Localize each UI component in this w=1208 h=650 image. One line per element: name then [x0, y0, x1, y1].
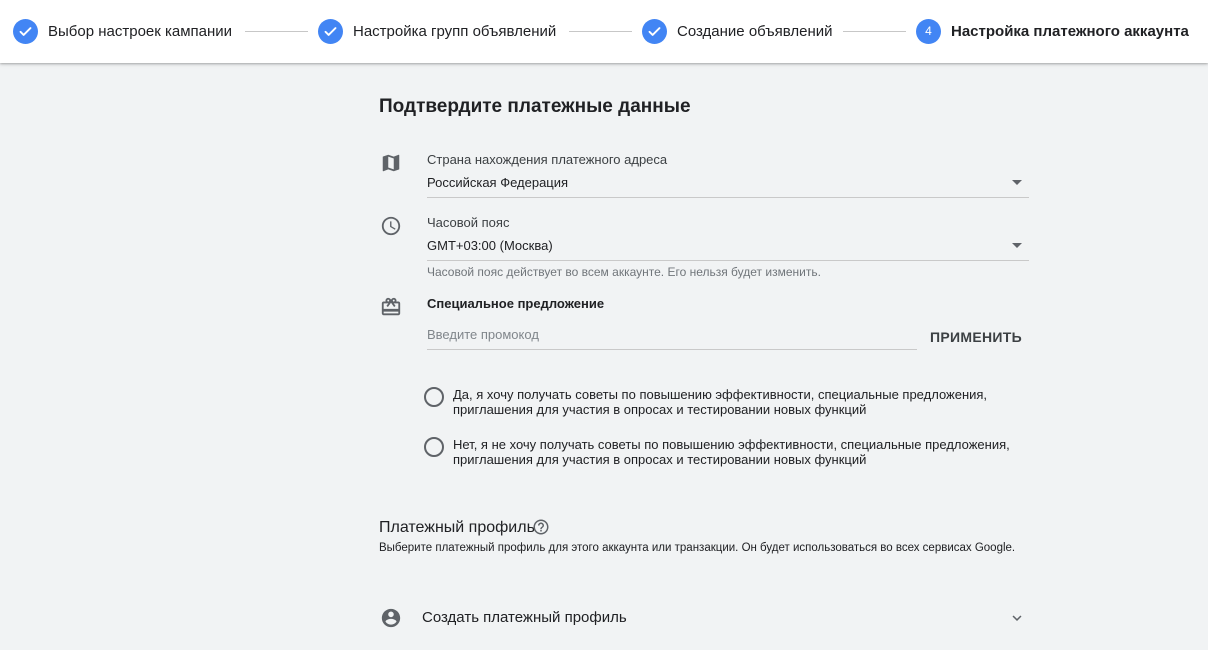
map-icon [380, 152, 402, 174]
step-billing-account[interactable]: 4 Настройка платежного аккаунта [916, 18, 1189, 44]
step-create-ads[interactable]: Создание объявлений [642, 18, 833, 44]
payment-profile-description: Выберите платежный профиль для этого акк… [379, 542, 1016, 554]
apply-button[interactable]: ПРИМЕНИТЬ [930, 329, 1022, 345]
check-icon [318, 18, 343, 44]
clock-icon [380, 215, 402, 237]
consent-option-text: Да, я хочу получать советы по повышению … [453, 387, 988, 417]
timezone-hint: Часовой пояс действует во всем аккаунте.… [427, 265, 821, 279]
consent-option-yes[interactable]: Да, я хочу получать советы по повышению … [424, 387, 1033, 417]
account-circle-icon [380, 607, 402, 629]
page-title: Подтвердите платежные данные [379, 96, 691, 117]
timezone-select-value[interactable]: GMT+03:00 (Москва) [427, 238, 553, 253]
country-select-value[interactable]: Российская Федерация [427, 175, 568, 190]
promo-code-input[interactable]: Введите промокод [427, 327, 539, 342]
consent-option-text: Нет, я не хочу получать советы по повыше… [453, 437, 1010, 467]
chevron-down-icon[interactable] [1008, 609, 1026, 627]
timezone-label: Часовой пояс [427, 215, 510, 230]
country-field-underline [427, 197, 1029, 198]
step-connector [569, 31, 632, 32]
promo-label: Специальное предложение [427, 296, 605, 311]
consent-option-no[interactable]: Нет, я не хочу получать советы по повыше… [424, 437, 1033, 467]
step-campaign-settings[interactable]: Выбор настроек кампании [13, 18, 232, 44]
check-icon [13, 18, 38, 44]
step-number-badge: 4 [916, 18, 941, 44]
payment-profile-title: Платежный профиль [379, 519, 535, 536]
create-payment-profile-row[interactable]: Создать платежный профиль [379, 606, 1029, 630]
step-label: Настройка групп объявлений [353, 22, 557, 40]
country-label: Страна нахождения платежного адреса [427, 152, 668, 167]
step-ad-groups[interactable]: Настройка групп объявлений [318, 18, 556, 44]
promo-field-underline [427, 349, 917, 350]
timezone-field-underline [427, 260, 1029, 261]
create-payment-profile-label: Создать платежный профиль [422, 609, 627, 626]
dropdown-arrow-icon[interactable] [1012, 180, 1022, 185]
check-icon [642, 18, 667, 44]
help-icon[interactable] [532, 518, 550, 536]
step-connector [245, 31, 308, 32]
stepper-header: Выбор настроек кампании Настройка групп … [0, 0, 1208, 63]
dropdown-arrow-icon[interactable] [1012, 243, 1022, 248]
step-label: Выбор настроек кампании [48, 22, 233, 40]
gift-card-icon [380, 296, 402, 318]
radio-button[interactable] [424, 437, 444, 457]
step-label: Создание объявлений [677, 22, 833, 40]
step-label: Настройка платежного аккаунта [951, 22, 1189, 40]
step-connector [843, 31, 906, 32]
radio-button[interactable] [424, 387, 444, 407]
